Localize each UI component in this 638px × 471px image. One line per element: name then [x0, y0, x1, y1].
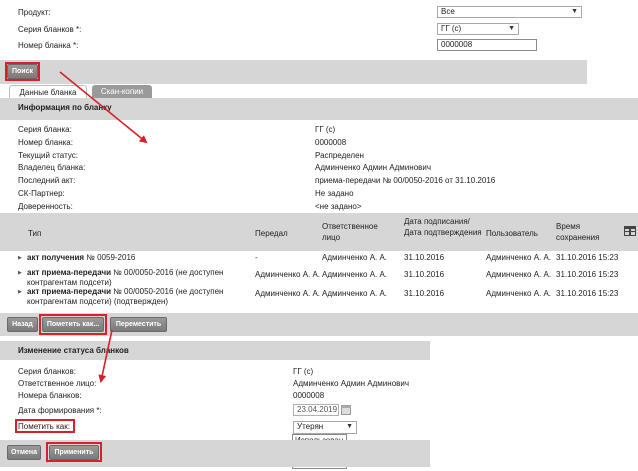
annotation-arrows [59, 71, 148, 383]
arrow-mark-to-status [98, 329, 113, 383]
arrow-search-to-info [59, 71, 148, 144]
